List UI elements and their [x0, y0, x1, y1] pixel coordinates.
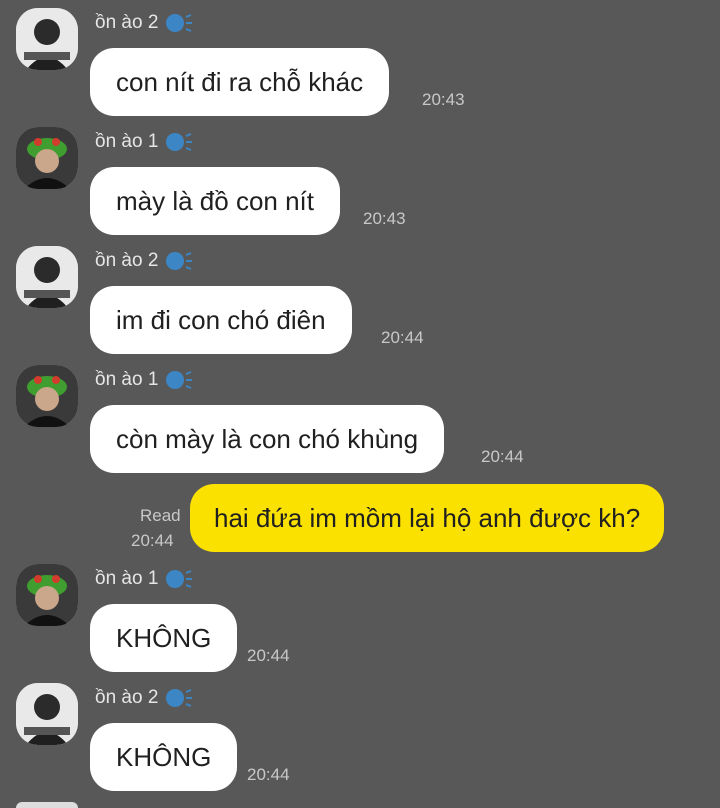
message-bubble[interactable]: còn mày là con chó khùng	[90, 405, 445, 473]
message-bubble[interactable]: mày là đồ con nít	[90, 167, 340, 235]
avatar-icon[interactable]	[16, 683, 78, 745]
avatar-icon[interactable]	[16, 564, 78, 626]
sender-name: ồn ào 2	[95, 250, 194, 272]
my-message-bubble[interactable]: hai đứa im mồm lại hộ anh được kh?	[190, 484, 665, 552]
avatar-icon[interactable]	[16, 127, 78, 189]
message-time: 20:44	[131, 531, 174, 550]
speaking-head-icon	[166, 689, 193, 707]
message-time: 20:44	[381, 328, 424, 347]
avatar-icon[interactable]	[16, 8, 78, 70]
message-time: 20:44	[247, 765, 290, 784]
sender-name: ồn ào 1	[95, 369, 194, 391]
avatar-icon[interactable]	[16, 246, 78, 308]
message-bubble[interactable]: KHÔNG	[90, 723, 238, 791]
message-time: 20:44	[481, 447, 524, 466]
message-bubble[interactable]: con nít đi ra chỗ khác	[90, 48, 390, 116]
speaking-head-icon	[166, 133, 193, 151]
sender-name: ồn ào 1	[95, 131, 194, 153]
message-bubble[interactable]: im đi con chó điên	[90, 286, 352, 354]
message-bubble[interactable]: KHÔNG	[90, 604, 238, 672]
sender-name: ồn ào 1	[95, 568, 194, 590]
sender-name: ồn ào 2	[95, 687, 194, 709]
speaking-head-icon	[166, 14, 193, 32]
read-receipt: Read	[140, 506, 181, 525]
message-time: 20:43	[422, 90, 465, 109]
avatar-icon[interactable]	[16, 365, 78, 427]
avatar-icon[interactable]	[16, 802, 78, 808]
message-time: 20:43	[363, 209, 406, 228]
sender-name: ồn ào 2	[95, 12, 194, 34]
speaking-head-icon	[166, 252, 193, 270]
speaking-head-icon	[166, 570, 193, 588]
message-time: 20:44	[247, 646, 290, 665]
speaking-head-icon	[166, 371, 193, 389]
